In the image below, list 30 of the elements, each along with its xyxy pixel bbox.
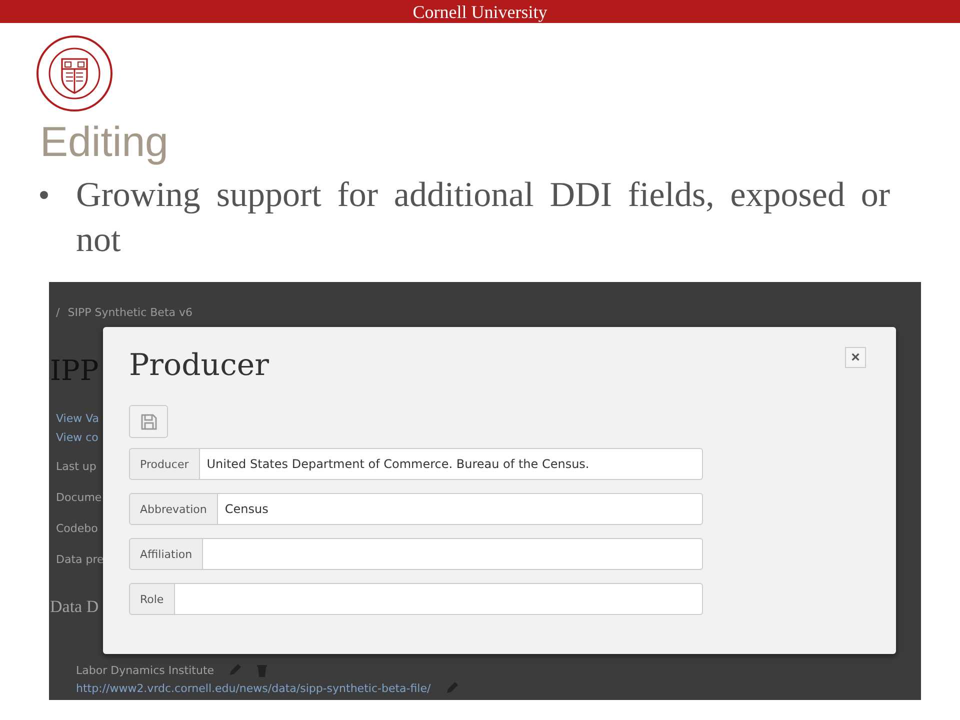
- breadcrumb-item[interactable]: SIPP Synthetic Beta v6: [68, 306, 193, 319]
- text-field[interactable]: [174, 583, 703, 615]
- page-text: Docume: [56, 490, 102, 506]
- trash-icon[interactable]: [256, 663, 268, 677]
- page-link[interactable]: View Va: [56, 409, 100, 428]
- entry-link[interactable]: http://www2.vrdc.cornell.edu/news/data/sipp-synthetic-beta-file/: [76, 682, 431, 694]
- pencil-icon[interactable]: [444, 681, 459, 695]
- page-text: Data pre: [56, 552, 104, 568]
- page-text: Codebo: [56, 521, 98, 537]
- bullet-dot: [40, 191, 48, 199]
- save-button[interactable]: [129, 405, 168, 438]
- university-seal-icon: [36, 35, 113, 112]
- pencil-icon[interactable]: [228, 663, 242, 677]
- entry-text: Labor Dynamics Institute: [76, 664, 214, 676]
- text-field[interactable]: United States Department of Commerce. Bureau of the Census.: [200, 448, 703, 480]
- text-field[interactable]: [203, 538, 703, 570]
- close-button[interactable]: ×: [845, 347, 866, 368]
- header-title: Cornell University: [412, 2, 548, 20]
- field-label: Producer: [129, 448, 200, 480]
- bullet-text: Growing support for additional DDI fields, exposed or not: [76, 174, 890, 261]
- field-label: Affiliation: [129, 538, 204, 570]
- page-link[interactable]: View co: [56, 428, 98, 447]
- text-field[interactable]: Census: [218, 493, 703, 525]
- page-text: Last up: [56, 459, 96, 475]
- breadcrumb-item[interactable]: /: [56, 306, 60, 319]
- dialog-title: Producer: [129, 349, 270, 383]
- field-label: Abbrevation: [129, 493, 218, 525]
- slide-title: Editing: [40, 118, 170, 166]
- field-label: Role: [129, 583, 175, 615]
- section-heading: Data D: [50, 597, 99, 617]
